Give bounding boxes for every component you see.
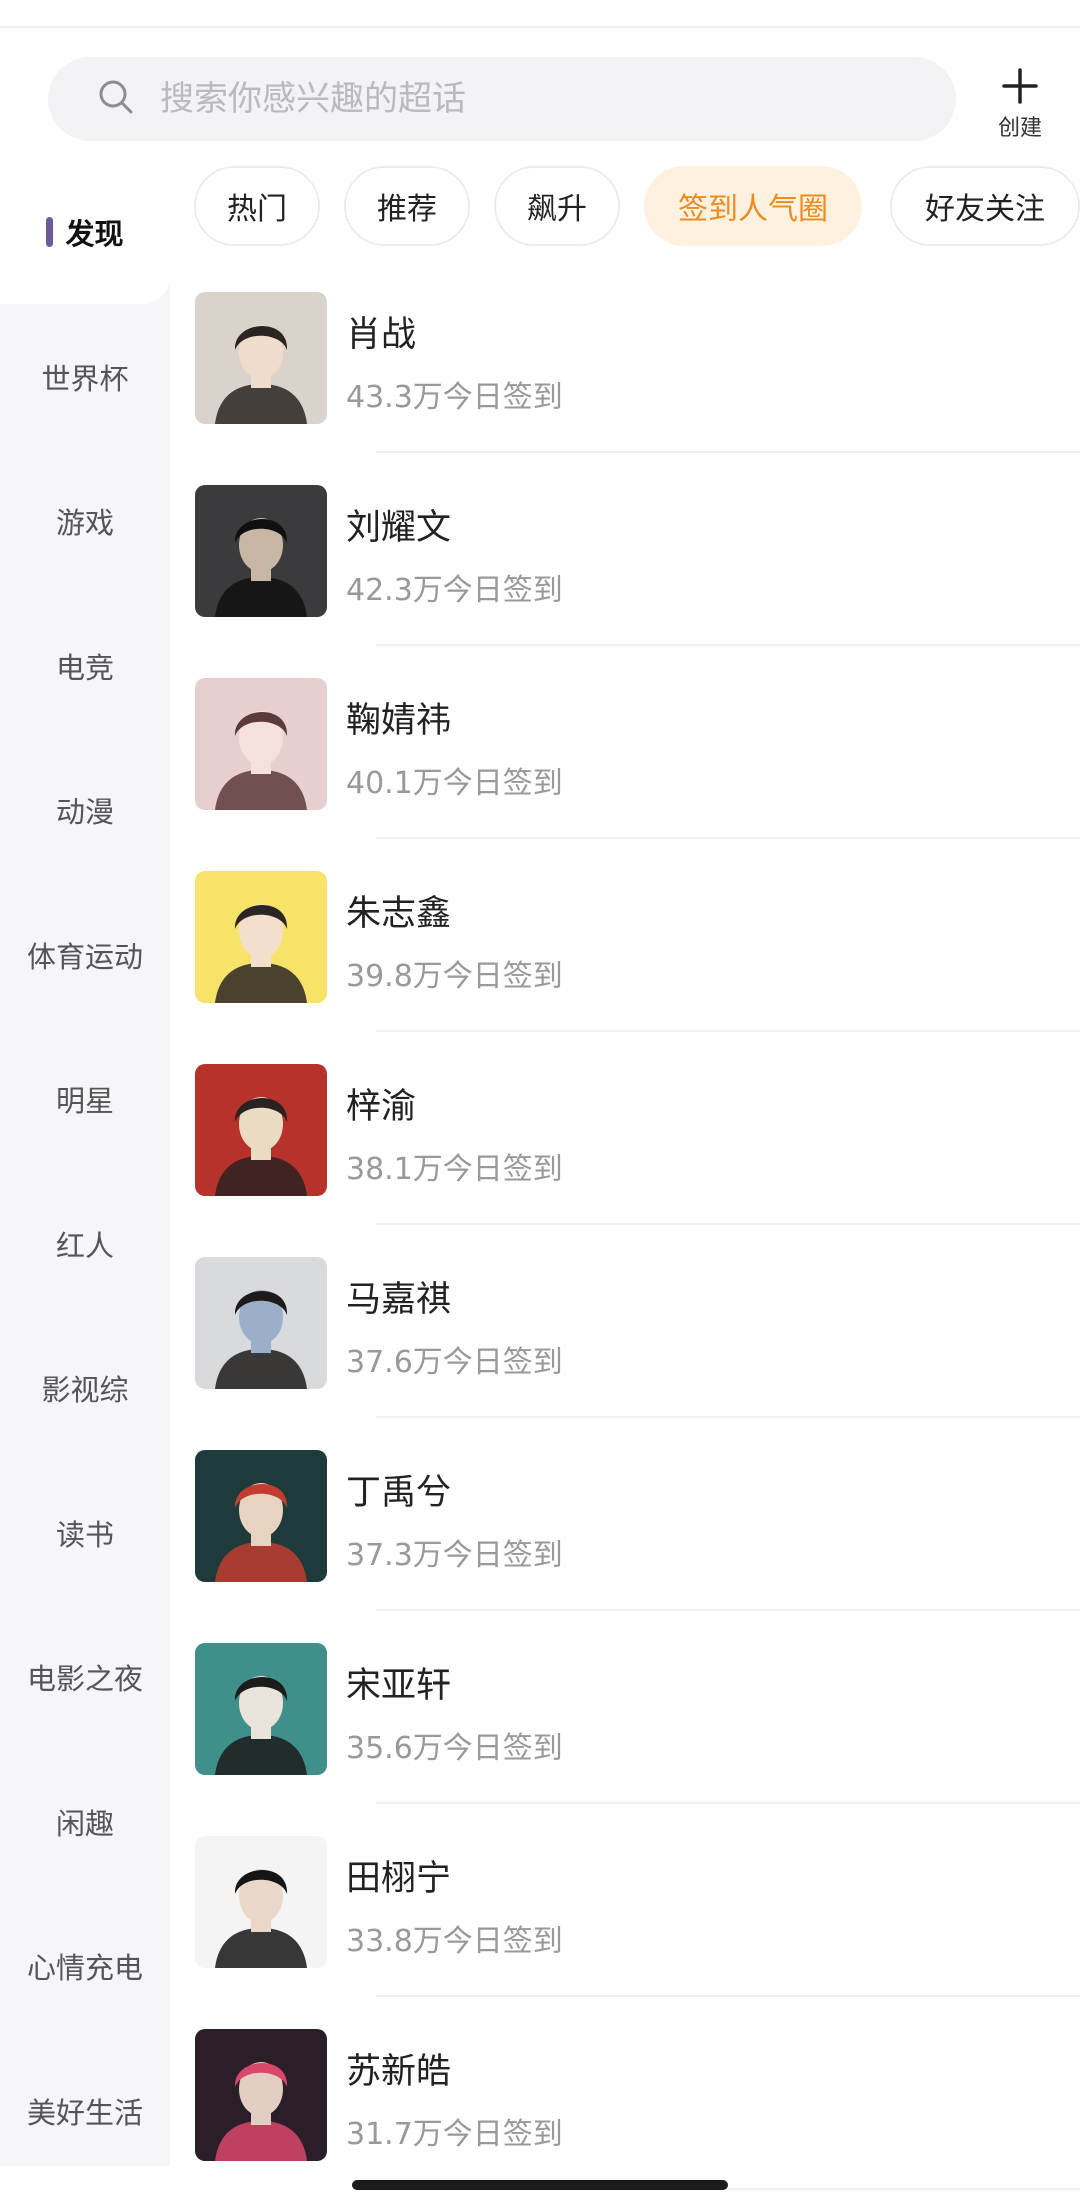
list-item[interactable]: 田栩宁 33.8万今日签到	[170, 1826, 1080, 2019]
sidebar-item-label: 影视综	[41, 1373, 129, 1407]
sidebar-item[interactable]: 明星	[0, 1027, 170, 1171]
row-divider	[376, 1609, 1080, 1611]
sidebar-item-label: 闲趣	[55, 1806, 114, 1841]
sidebar-item[interactable]: 动漫	[0, 738, 170, 882]
sidebar-item-label: 心情充电	[26, 1951, 143, 1985]
avatar-image	[195, 1257, 327, 1389]
topic-name: 鞠婧祎	[346, 701, 452, 741]
list-item[interactable]: 马嘉祺 37.6万今日签到	[170, 1247, 1080, 1440]
sidebar-item-label: 明星	[55, 1084, 114, 1118]
row-divider	[376, 837, 1080, 839]
sidebar-item-label: 世界杯	[41, 361, 129, 396]
checkin-count: 31.7万今日签到	[346, 2117, 563, 2152]
avatar-image	[195, 2029, 327, 2161]
checkin-count: 42.3万今日签到	[346, 573, 563, 608]
topic-name: 丁禹兮	[346, 1473, 452, 1513]
topic-name: 肖战	[346, 315, 417, 355]
row-divider	[376, 644, 1080, 646]
create-button[interactable]: 创建	[988, 66, 1052, 141]
sidebar-item-label: 电竞	[55, 650, 114, 685]
topic-name: 梓渝	[346, 1087, 417, 1127]
filter-tab[interactable]: 推荐	[344, 166, 470, 246]
topic-name: 田栩宁	[346, 1859, 452, 1899]
avatar-image	[195, 1836, 327, 1968]
sidebar-item-label: 发现	[65, 217, 124, 251]
sidebar-item[interactable]: 心情充电	[0, 1894, 170, 2038]
sidebar-item-label: 游戏	[55, 506, 114, 540]
row-divider	[376, 451, 1080, 453]
topic-name: 马嘉祺	[346, 1280, 452, 1320]
sidebar-item[interactable]: 体育运动	[0, 883, 170, 1027]
search-bar[interactable]	[48, 57, 956, 141]
row-divider	[376, 1416, 1080, 1418]
avatar-image	[195, 485, 327, 617]
list-item[interactable]: 丁禹兮 37.3万今日签到	[170, 1440, 1080, 1633]
filter-tabs: 热门 推荐 飙升 签到人气圈 好友关注	[194, 166, 1080, 246]
category-sidebar: 发现世界杯游戏电竞动漫体育运动明星红人影视综读书电影之夜闲趣心情充电美好生活	[0, 160, 170, 2166]
checkin-count: 33.8万今日签到	[346, 1924, 563, 1959]
sidebar-item[interactable]: 世界杯	[0, 305, 170, 449]
sidebar-item-label: 红人	[55, 1228, 114, 1263]
sidebar-item-label: 读书	[55, 1517, 114, 1552]
checkin-count: 37.6万今日签到	[346, 1345, 563, 1380]
sidebar-item[interactable]: 美好生活	[0, 2039, 170, 2183]
avatar-image	[195, 1064, 327, 1196]
sidebar-item[interactable]: 电竞	[0, 594, 170, 738]
row-divider	[376, 1223, 1080, 1225]
list-item[interactable]: 刘耀文 42.3万今日签到	[170, 475, 1080, 668]
sidebar-item-label: 美好生活	[26, 2095, 143, 2130]
topic-name: 苏新皓	[346, 2052, 452, 2092]
row-divider	[376, 1030, 1080, 1032]
checkin-count: 35.6万今日签到	[346, 1731, 563, 1766]
create-label: 创建	[997, 116, 1042, 141]
avatar-image	[195, 1643, 327, 1775]
row-divider	[376, 1995, 1080, 1997]
sidebar-item-label: 电影之夜	[26, 1662, 143, 1696]
plus-icon	[988, 66, 1052, 106]
avatar-image	[195, 871, 327, 1003]
row-divider	[376, 1802, 1080, 1804]
topic-name: 朱志鑫	[346, 894, 452, 934]
list-item[interactable]: 鞠婧祎 40.1万今日签到	[170, 668, 1080, 861]
search-icon	[96, 77, 136, 121]
list-item[interactable]: 朱志鑫 39.8万今日签到	[170, 861, 1080, 1054]
filter-tab[interactable]: 热门	[194, 166, 320, 246]
checkin-count: 37.3万今日签到	[346, 1538, 563, 1573]
topic-list: 肖战 43.3万今日签到刘耀文 42.3万今日签到鞠婧祎 40.1万今日签到朱志鑫 39…	[170, 282, 1080, 2209]
sidebar-item-label: 体育运动	[26, 939, 143, 974]
sidebar-item[interactable]: 电影之夜	[0, 1605, 170, 1749]
avatar-image	[195, 1450, 327, 1582]
checkin-count: 43.3万今日签到	[346, 380, 563, 415]
home-indicator[interactable]	[352, 2180, 728, 2190]
sidebar-item[interactable]: 读书	[0, 1461, 170, 1605]
top-divider	[0, 26, 1080, 28]
topic-name: 宋亚轩	[346, 1666, 452, 1706]
sidebar-item[interactable]: 游戏	[0, 449, 170, 593]
topic-name: 刘耀文	[346, 508, 452, 548]
avatar-image	[195, 292, 327, 424]
list-item[interactable]: 宋亚轩 35.6万今日签到	[170, 1633, 1080, 1826]
checkin-count: 39.8万今日签到	[346, 959, 563, 994]
checkin-count: 38.1万今日签到	[346, 1152, 563, 1187]
sidebar-item-label: 动漫	[55, 795, 114, 829]
sidebar-item[interactable]: 闲趣	[0, 1750, 170, 1894]
filter-tab[interactable]: 签到人气圈	[644, 166, 862, 246]
list-item[interactable]: 肖战 43.3万今日签到	[170, 282, 1080, 475]
search-input[interactable]	[160, 79, 920, 119]
sidebar-item[interactable]: 发现	[0, 160, 170, 304]
checkin-count: 40.1万今日签到	[346, 766, 563, 801]
avatar-image	[195, 678, 327, 810]
filter-tab[interactable]: 飙升	[494, 166, 620, 246]
filter-tab[interactable]: 好友关注	[890, 166, 1080, 246]
active-indicator	[46, 217, 54, 247]
sidebar-item[interactable]: 影视综	[0, 1316, 170, 1460]
list-item[interactable]: 梓渝 38.1万今日签到	[170, 1054, 1080, 1247]
sidebar-item[interactable]: 红人	[0, 1172, 170, 1316]
